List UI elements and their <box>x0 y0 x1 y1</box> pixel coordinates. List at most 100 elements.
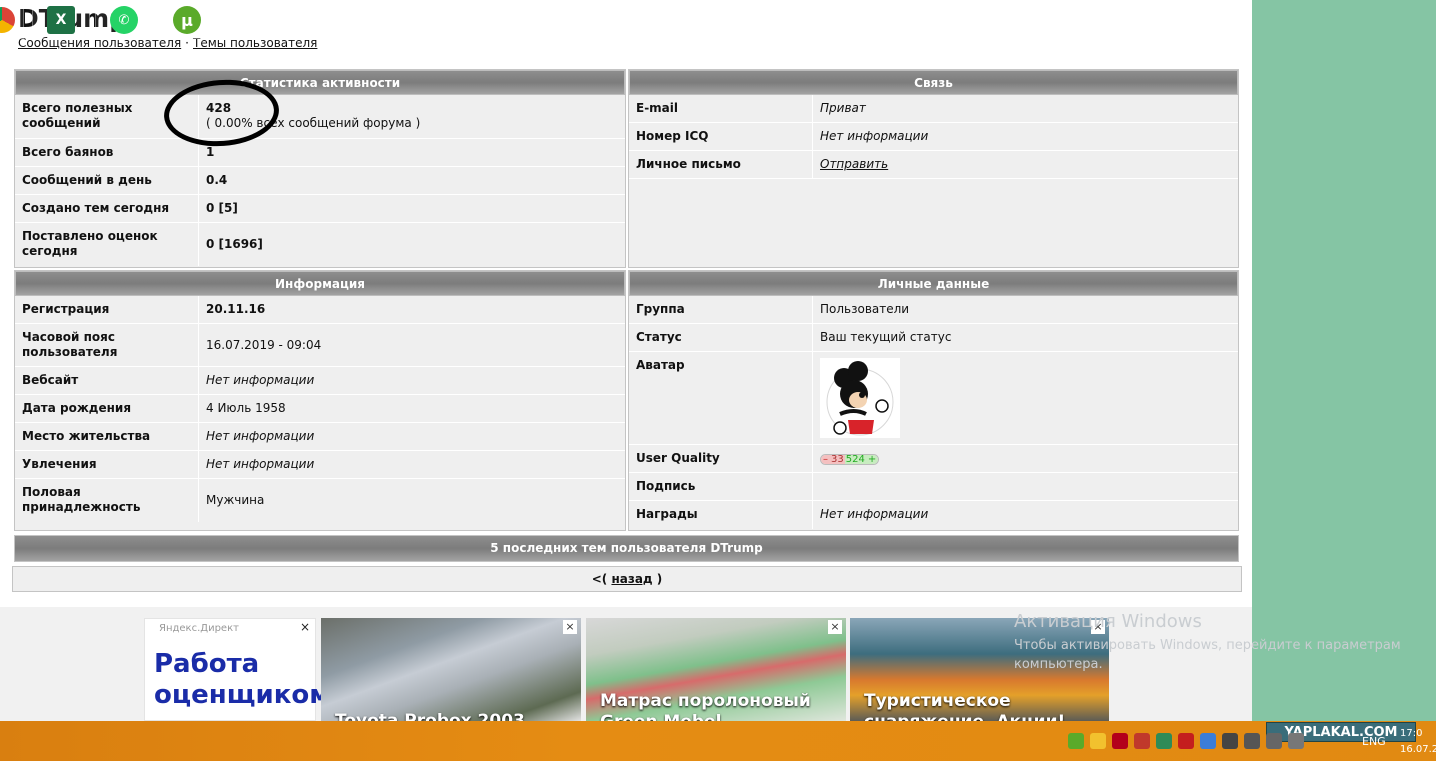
clock-time: 17:0 <box>1400 728 1423 739</box>
mickey-avatar-image <box>820 358 900 438</box>
row-value: Нет информации <box>206 429 315 443</box>
row-label: Номер ICQ <box>629 123 813 150</box>
row-label: Поставлено оценок сегодня <box>15 223 199 266</box>
clock-date: 16.07.2 <box>1400 744 1436 755</box>
activity-row-bayans: Всего баянов 1 <box>15 139 625 167</box>
row-label: Создано тем сегодня <box>15 195 199 222</box>
personal-row-awards: Награды Нет информации <box>629 501 1238 529</box>
row-value: Нет информации <box>206 373 315 387</box>
ad-title-line-1: Работа <box>154 649 260 679</box>
windows-activation-title: Активация Windows <box>1014 611 1202 632</box>
row-label: Дата рождения <box>15 395 199 422</box>
ad-title[interactable]: Работа оценщиком <box>154 649 330 711</box>
avatar <box>820 358 900 438</box>
row-value: Мужчина <box>206 493 265 507</box>
taskbar-chrome-button[interactable] <box>0 1 24 39</box>
quality-positive-count: 524 <box>844 454 866 465</box>
taskbar-utorrent-button[interactable]: µ <box>158 1 216 39</box>
ad-title-line-2: оценщиком <box>154 680 331 710</box>
row-label: Место жительства <box>15 423 199 450</box>
user-quality-badge: – 33 524 + <box>820 454 880 465</box>
taskbar-excel-button[interactable]: X <box>32 1 90 39</box>
last-topics-header: 5 последних тем пользователя DTrump <box>14 535 1239 562</box>
activity-row-topics-today: Создано тем сегодня 0 [5] <box>15 195 625 223</box>
acrobat-tray-icon[interactable] <box>1112 733 1128 749</box>
system-tray <box>1068 733 1304 751</box>
row-value: Пользователи <box>820 302 910 316</box>
row-label: Всего баянов <box>15 139 199 166</box>
security-tray-icon[interactable] <box>1134 733 1150 749</box>
row-value: 0 [1696] <box>206 237 263 251</box>
back-suffix: ) <box>656 572 663 586</box>
activity-panel: Статистика активности Всего полезных соо… <box>14 69 626 268</box>
row-value: 0.4 <box>206 173 228 187</box>
row-value: 20.11.16 <box>206 302 266 316</box>
row-value: Нет информации <box>206 457 315 471</box>
ad-caption: Туристическое <box>864 691 1011 711</box>
row-value: Приват <box>820 101 866 115</box>
row-label: Аватар <box>629 352 813 444</box>
personal-row-group: Группа Пользователи <box>629 296 1238 324</box>
update-tray-icon[interactable] <box>1156 733 1172 749</box>
chrome-icon <box>0 7 15 33</box>
text-ad[interactable]: Яндекс.Директ × Работа оценщиком <box>144 618 330 721</box>
volume-tray-icon[interactable] <box>1266 733 1282 749</box>
row-value: Нет информации <box>820 129 929 143</box>
info-row-timezone: Часовой пояс пользователя 16.07.2019 - 0… <box>15 324 625 367</box>
info-panel: Информация Регистрация 20.11.16 Часовой … <box>14 270 626 531</box>
personal-panel: Личные данные Группа Пользователи Статус… <box>628 270 1239 531</box>
info-row-gender: Половая принадлежность Мужчина <box>15 479 625 522</box>
contact-row-email: E-mail Приват <box>629 95 1238 123</box>
whatsapp-icon: ✆ <box>110 6 138 34</box>
notification-tray-icon[interactable] <box>1090 733 1106 749</box>
language-indicator[interactable]: ENG <box>1362 735 1386 748</box>
quality-minus-button[interactable]: – <box>821 455 830 464</box>
row-value <box>813 352 1238 444</box>
image-ad-car[interactable]: × Toyota Probox 2003 <box>321 618 581 721</box>
row-value <box>813 473 1238 500</box>
flag-tray-icon[interactable] <box>1288 733 1304 749</box>
tools-tray-icon[interactable] <box>1222 733 1238 749</box>
network-tray-icon[interactable] <box>1244 733 1260 749</box>
utorrent-tray-icon[interactable] <box>1068 733 1084 749</box>
info-header: Информация <box>15 271 625 296</box>
flash-tray-icon[interactable] <box>1178 733 1194 749</box>
ad-close-icon[interactable]: × <box>563 620 577 634</box>
quality-plus-button[interactable]: + <box>865 455 879 464</box>
ad-close-icon[interactable]: × <box>828 620 842 634</box>
row-label: Половая принадлежность <box>15 479 199 522</box>
row-label: E-mail <box>629 95 813 122</box>
ad-caption-2: Green Mebel <box>600 712 721 721</box>
send-message-link[interactable]: Отправить <box>820 157 888 171</box>
contact-row-pm: Личное письмо Отправить <box>629 151 1238 179</box>
contact-panel: Связь E-mail Приват Номер ICQ Нет информ… <box>628 69 1239 268</box>
taskbar-whatsapp-button[interactable]: ✆ <box>95 1 153 39</box>
info-row-location: Место жительства Нет информации <box>15 423 625 451</box>
app-tray-icon[interactable] <box>1200 733 1216 749</box>
personal-header: Личные данные <box>629 271 1238 296</box>
row-value: Ваш текущий статус <box>820 330 952 344</box>
ad-source: Яндекс.Директ <box>159 623 239 634</box>
ad-caption: Toyota Probox 2003 <box>335 711 525 721</box>
personal-row-avatar: Аватар <box>629 352 1238 445</box>
row-value: 4 Июль 1958 <box>206 401 286 415</box>
personal-row-status: Статус Ваш текущий статус <box>629 324 1238 352</box>
ad-caption-2: снаряжение. Акции! <box>864 712 1065 721</box>
windows-activation-text: Чтобы активировать Windows, перейдите к … <box>1014 638 1401 672</box>
activity-row-per-day: Сообщений в день 0.4 <box>15 167 625 195</box>
utorrent-icon: µ <box>173 6 201 34</box>
row-value: 16.07.2019 - 09:04 <box>206 337 322 352</box>
back-link[interactable]: назад <box>611 572 652 586</box>
ad-close-icon[interactable]: × <box>299 621 311 633</box>
row-label: Статус <box>629 324 813 351</box>
ad-caption: Матрас поролоновый <box>600 691 811 711</box>
row-value: – 33 524 + <box>813 445 1238 472</box>
row-label: Награды <box>629 501 813 529</box>
clock[interactable]: 17:0 16.07.2 <box>1400 726 1436 758</box>
image-ad-mattress[interactable]: × Матрас поролоновый Green Mebel <box>586 618 846 721</box>
activity-row-ratings-today: Поставлено оценок сегодня 0 [1696] <box>15 223 625 266</box>
row-label: Сообщений в день <box>15 167 199 194</box>
row-label: Регистрация <box>15 296 199 323</box>
row-label: Увлечения <box>15 451 199 478</box>
row-value: Нет информации <box>820 507 929 521</box>
